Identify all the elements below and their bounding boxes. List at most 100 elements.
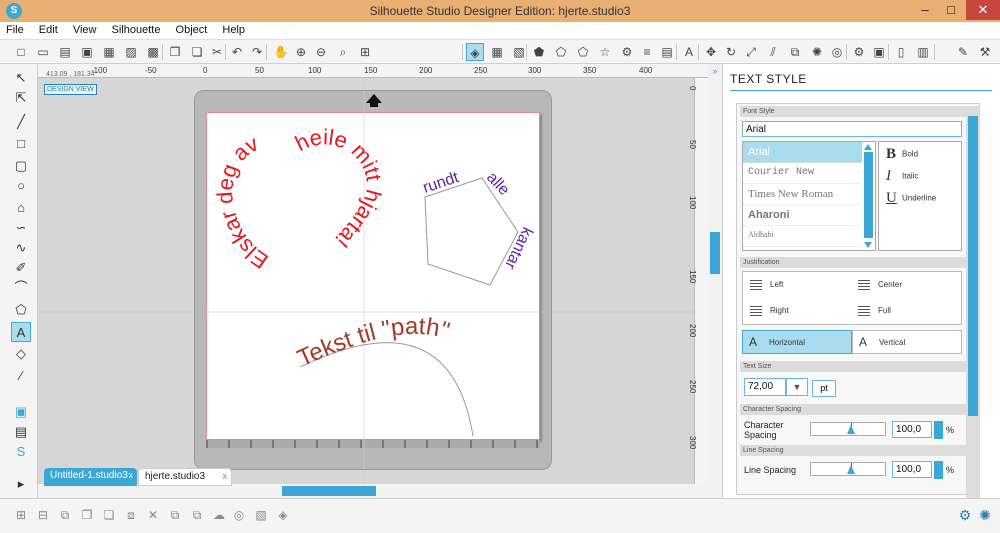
ruler-tick: 300 (688, 436, 697, 450)
ruler-tick: 150 (688, 270, 697, 284)
panel-toggle-icon[interactable]: » (710, 66, 720, 76)
align-center-icon (858, 278, 870, 290)
scroll-down-icon[interactable] (864, 242, 872, 248)
font-item-arial[interactable]: Arial (743, 142, 875, 163)
section-font-style: Font Style (740, 106, 966, 117)
panel-scroll-thumb[interactable] (968, 116, 978, 416)
justify-left-button[interactable]: Left (744, 273, 852, 297)
vertical-text-icon: A (859, 335, 868, 349)
vertical-orientation-button[interactable]: A Vertical (852, 330, 962, 354)
character-spacing-field[interactable]: 100,0 (892, 421, 932, 438)
justify-full-button[interactable]: Full (852, 299, 960, 323)
panel-title-underline (730, 90, 992, 91)
ruler-tick: 0 (688, 86, 697, 91)
font-list-scrollbar[interactable] (862, 142, 875, 250)
text-size-dropdown-icon[interactable]: ▼ (786, 378, 808, 396)
tab-untitled[interactable]: Untitled-1.studio3 x (44, 468, 137, 486)
horizontal-orientation-button[interactable]: A Horizontal (742, 330, 852, 354)
slider-thumb[interactable] (847, 425, 855, 434)
justify-right-button[interactable]: Right (744, 299, 852, 323)
section-justification: Justification (740, 257, 966, 268)
font-scroll-thumb[interactable] (864, 152, 873, 238)
vertical-scrollbar[interactable] (708, 78, 722, 498)
section-character-spacing: Character Spacing (740, 404, 966, 415)
unit-pt-button[interactable]: pt (812, 380, 836, 397)
font-list[interactable]: Arial Courier New Times New Roman Aharon… (742, 141, 876, 251)
horizontal-text-icon: A (749, 335, 758, 349)
text-size-field[interactable]: 72,00 (744, 378, 786, 396)
section-line-spacing: Line Spacing (740, 445, 966, 456)
character-spacing-slider[interactable] (810, 422, 886, 436)
slider-thumb[interactable] (847, 465, 855, 474)
heart-left-text: Elskar deg av (212, 131, 272, 274)
justify-center-label: Center (878, 280, 903, 289)
duplicate-icon[interactable]: ❏ (100, 506, 118, 524)
line-spacing-slider[interactable] (810, 462, 886, 476)
pentagon-top-text: rundt (421, 169, 462, 197)
delete-icon[interactable]: ✕ (144, 506, 162, 524)
weld-icon[interactable]: ⧈ (122, 506, 140, 524)
horizontal-scroll-thumb[interactable] (282, 486, 376, 496)
align-right-icon (750, 304, 762, 316)
font-item-aldhabi[interactable]: Aldhabi (743, 226, 875, 247)
align-left-icon (750, 278, 762, 290)
bottom-toolbar: ⊞ ⊟ ⧉ ❐ ❏ ⧈ ✕ ⧉ ⧉ ☁ ◎ ▧ ◈ ⚙ ✺ (0, 498, 1000, 533)
font-item-times-new-roman[interactable]: Times New Roman (743, 184, 875, 205)
underline-label: Underline (902, 193, 937, 203)
cloud-icon[interactable]: ☁ (210, 506, 228, 524)
panel-title: TEXT STYLE (730, 72, 807, 86)
pentagon-right-textpath: kantar (501, 224, 536, 272)
font-item-aharoni[interactable]: Aharoni (743, 205, 875, 226)
line-spacing-label: Line Spacing (744, 465, 797, 475)
justify-center-button[interactable]: Center (852, 273, 960, 297)
send-back-icon[interactable]: ⧉ (188, 506, 206, 524)
justify-left-label: Left (770, 280, 784, 289)
horizontal-label: Horizontal (769, 338, 806, 347)
document-tabs: Untitled-1.studio3 x hjerte.studio3 x (38, 468, 708, 486)
ruler-tick: 50 (688, 140, 697, 149)
arc-text: Tekst til "path" (293, 313, 453, 373)
spiral-icon[interactable]: ◎ (230, 506, 248, 524)
heart-right-textpath: heile mitt hjarta! (291, 124, 387, 253)
character-spacing-label: Character Spacing (744, 420, 784, 440)
font-name-field[interactable]: Arial (742, 121, 962, 137)
section-text-size: Text Size (740, 361, 966, 372)
italic-icon: I (886, 168, 891, 184)
layer-icon[interactable]: ◈ (274, 506, 292, 524)
ungroup-icon[interactable]: ⊟ (34, 506, 52, 524)
group-icon[interactable]: ⊞ (12, 506, 30, 524)
font-item-courier-new[interactable]: Courier New (743, 163, 875, 184)
sync-icon[interactable]: ✺ (976, 506, 994, 524)
tab-label: Untitled-1.studio3 (50, 470, 128, 481)
tab-close-icon[interactable]: x (223, 471, 228, 481)
bold-option[interactable]: B Bold (886, 146, 918, 163)
vertical-ruler: 0 50 100 150 200 250 300 (688, 78, 708, 498)
pentagon-right-text: kantar (501, 224, 536, 272)
tab-close-icon[interactable]: x (129, 470, 134, 480)
pentagon-mid-text: alle (483, 169, 513, 199)
settings-gear-icon[interactable]: ⚙ (956, 506, 974, 524)
underline-icon: U (886, 190, 897, 206)
line-spacing-field[interactable]: 100,0 (892, 461, 932, 478)
italic-label: Italic (902, 171, 919, 181)
heart-left-textpath: Elskar deg av (212, 131, 272, 274)
vertical-scroll-thumb[interactable] (710, 232, 720, 274)
line-spacing-unit: % (946, 465, 955, 475)
underline-option[interactable]: U Underline (886, 190, 936, 207)
ruler-tick: 200 (688, 324, 697, 338)
release-compound-icon[interactable]: ❐ (78, 506, 96, 524)
make-compound-icon[interactable]: ⧉ (56, 506, 74, 524)
italic-option[interactable]: I Italic (886, 168, 918, 185)
tab-hjerte[interactable]: hjerte.studio3 x (138, 468, 232, 486)
justify-full-label: Full (878, 306, 891, 315)
tab-label: hjerte.studio3 (145, 471, 206, 482)
scroll-up-icon[interactable] (864, 144, 872, 150)
pentagon-mid-textpath: alle (483, 169, 513, 199)
justify-right-label: Right (770, 306, 789, 315)
bring-front-icon[interactable]: ⧉ (166, 506, 184, 524)
heart-right-text: heile mitt hjarta! (291, 124, 387, 253)
line-spacing-stepper[interactable] (934, 461, 943, 479)
bold-label: Bold (902, 149, 919, 159)
image-icon[interactable]: ▧ (252, 506, 270, 524)
character-spacing-stepper[interactable] (934, 421, 943, 439)
